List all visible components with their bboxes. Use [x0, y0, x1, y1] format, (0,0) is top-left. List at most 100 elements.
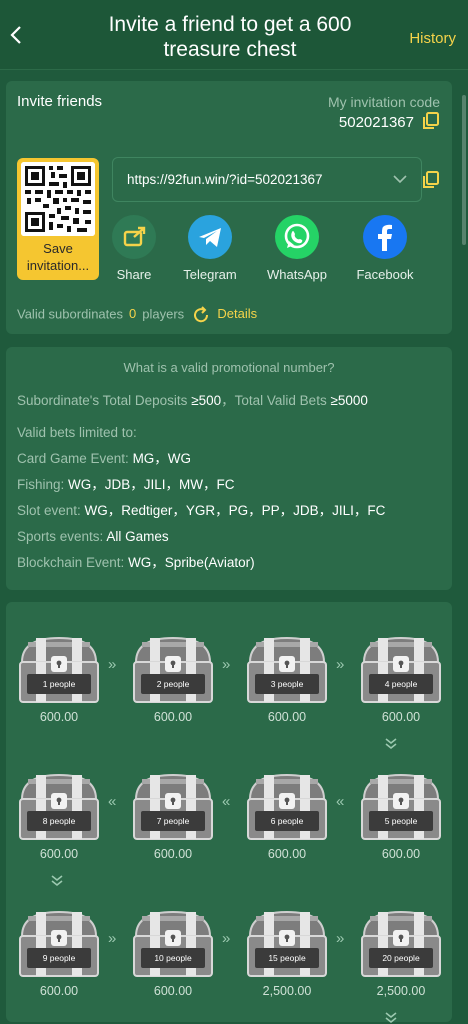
rule-value: All Games: [106, 529, 169, 544]
scrollbar[interactable]: [462, 95, 466, 245]
arrow-right-icon: »: [336, 656, 345, 673]
whatsapp-label: WhatsApp: [267, 267, 327, 282]
treasure-chest-card: 1 people 600.00 2 people 600.00 3 people 600.…: [6, 602, 452, 1024]
valid-subordinates-row: Valid subordinates 0 players Details: [17, 306, 257, 324]
bets-label: ，Total Valid Bets: [221, 393, 327, 408]
chest-people-label: 10 people: [154, 953, 192, 963]
players-label: players: [142, 306, 185, 322]
arrow-right-icon: »: [222, 930, 231, 947]
rules-question: What is a valid promotional number?: [123, 360, 335, 375]
rule-slot: Slot event: WG，Redtiger，YGR，PG，PP，JDB，JI…: [17, 501, 385, 527]
share-icon: [112, 215, 156, 259]
rule-fishing: Fishing: WG，JDB，JILI，MW，FC: [17, 475, 385, 501]
chest-amount: 600.00: [267, 847, 307, 861]
chevron-down-icon[interactable]: [393, 174, 407, 184]
rule-value: WG，Spribe(Aviator): [128, 555, 255, 570]
back-arrow-icon[interactable]: [6, 24, 28, 46]
arrow-down-icon: [385, 1012, 397, 1024]
save-invitation-button[interactable]: Save invitation...: [17, 158, 99, 280]
telegram-icon: [188, 215, 232, 259]
arrow-left-icon: «: [336, 793, 345, 810]
arrow-right-icon: »: [108, 656, 117, 673]
facebook-label: Facebook: [356, 267, 414, 282]
rule-label: Card Game Event:: [17, 451, 133, 466]
treasure-chest[interactable]: 8 people: [18, 771, 100, 841]
invitation-code: 502021367: [338, 114, 414, 131]
treasure-chest[interactable]: 10 people: [132, 908, 214, 978]
rule-card-game: Card Game Event: MG，WG: [17, 449, 385, 475]
rule-label: Slot event:: [17, 503, 85, 518]
chest-amount: 600.00: [153, 984, 193, 998]
chest-amount: 600.00: [381, 710, 421, 724]
share-label: Share: [116, 267, 152, 282]
chest-amount: 600.00: [39, 710, 79, 724]
treasure-chest[interactable]: 20 people: [360, 908, 442, 978]
arrow-right-icon: »: [222, 656, 231, 673]
chest-amount: 2,500.00: [262, 984, 312, 998]
chest-amount: 600.00: [381, 847, 421, 861]
chest-amount: 600.00: [153, 847, 193, 861]
treasure-chest[interactable]: 1 people: [18, 634, 100, 704]
chest-people-label: 6 people: [270, 816, 304, 826]
chest-people-label: 5 people: [384, 816, 418, 826]
chest-people-label: 8 people: [42, 816, 76, 826]
copy-code-icon[interactable]: [422, 112, 440, 130]
facebook-icon: [363, 215, 407, 259]
treasure-chest[interactable]: 6 people: [246, 771, 328, 841]
chest-people-label: 9 people: [42, 953, 76, 963]
invite-title: Invite friends: [17, 93, 103, 110]
chest-amount: 600.00: [39, 847, 79, 861]
whatsapp-button[interactable]: WhatsApp: [257, 215, 337, 282]
valid-subordinates-count: 0: [129, 306, 137, 322]
limited-label: Valid bets limited to:: [17, 425, 137, 440]
chest-amount: 600.00: [267, 710, 307, 724]
invite-card: Invite friends My invitation code 502021…: [6, 81, 452, 334]
invite-link-field[interactable]: https://92fun.win/?id=502021367: [112, 157, 422, 202]
chest-people-label: 4 people: [384, 679, 418, 689]
deposit-label: Subordinate's Total Deposits: [17, 393, 188, 408]
rule-value: WG，JDB，JILI，MW，FC: [68, 477, 235, 492]
telegram-label: Telegram: [183, 267, 237, 282]
arrow-down-icon: [385, 738, 397, 750]
refresh-icon[interactable]: [192, 306, 210, 324]
treasure-chest[interactable]: 3 people: [246, 634, 328, 704]
arrow-right-icon: »: [336, 930, 345, 947]
rules-card: What is a valid promotional number? Subo…: [6, 347, 452, 590]
facebook-button[interactable]: Facebook: [345, 215, 425, 282]
save-invitation-label: Save invitation...: [26, 241, 90, 273]
chest-people-label: 15 people: [268, 953, 306, 963]
chest-people-label: 20 people: [382, 953, 420, 963]
arrow-down-icon: [51, 875, 63, 887]
treasure-chest[interactable]: 15 people: [246, 908, 328, 978]
rule-blockchain: Blockchain Event: WG，Spribe(Aviator): [17, 553, 385, 579]
invite-link-text: https://92fun.win/?id=502021367: [127, 172, 323, 187]
deposit-rule: Subordinate's Total Deposits ≥500，Total …: [17, 391, 385, 423]
deposit-value: ≥500: [191, 393, 222, 408]
rule-value: MG，WG: [132, 451, 192, 466]
chest-amount: 600.00: [39, 984, 79, 998]
details-link[interactable]: Details: [217, 306, 257, 321]
top-bar: Invite a friend to get a 600 treasure ch…: [0, 0, 468, 70]
arrow-right-icon: »: [108, 930, 117, 947]
chest-people-label: 1 people: [42, 679, 76, 689]
chest-amount: 600.00: [153, 710, 193, 724]
telegram-button[interactable]: Telegram: [170, 215, 250, 282]
whatsapp-icon: [275, 215, 319, 259]
rule-label: Blockchain Event:: [17, 555, 129, 570]
treasure-chest[interactable]: 5 people: [360, 771, 442, 841]
rule-sports: Sports events: All Games: [17, 527, 385, 553]
history-link[interactable]: History: [409, 30, 456, 47]
copy-link-icon[interactable]: [422, 171, 440, 189]
rules-list: Subordinate's Total Deposits ≥500，Total …: [17, 391, 385, 579]
share-button[interactable]: Share: [94, 215, 174, 282]
rule-value: WG，Redtiger，YGR，PG，PP，JDB，JILI，FC: [84, 503, 386, 518]
treasure-chest[interactable]: 2 people: [132, 634, 214, 704]
chest-people-label: 3 people: [270, 679, 304, 689]
rule-label: Sports events:: [17, 529, 107, 544]
chest-amount: 2,500.00: [376, 984, 426, 998]
treasure-chest[interactable]: 4 people: [360, 634, 442, 704]
treasure-chest[interactable]: 9 people: [18, 908, 100, 978]
invitation-code-label: My invitation code: [327, 94, 440, 110]
arrow-left-icon: «: [108, 793, 117, 810]
treasure-chest[interactable]: 7 people: [132, 771, 214, 841]
